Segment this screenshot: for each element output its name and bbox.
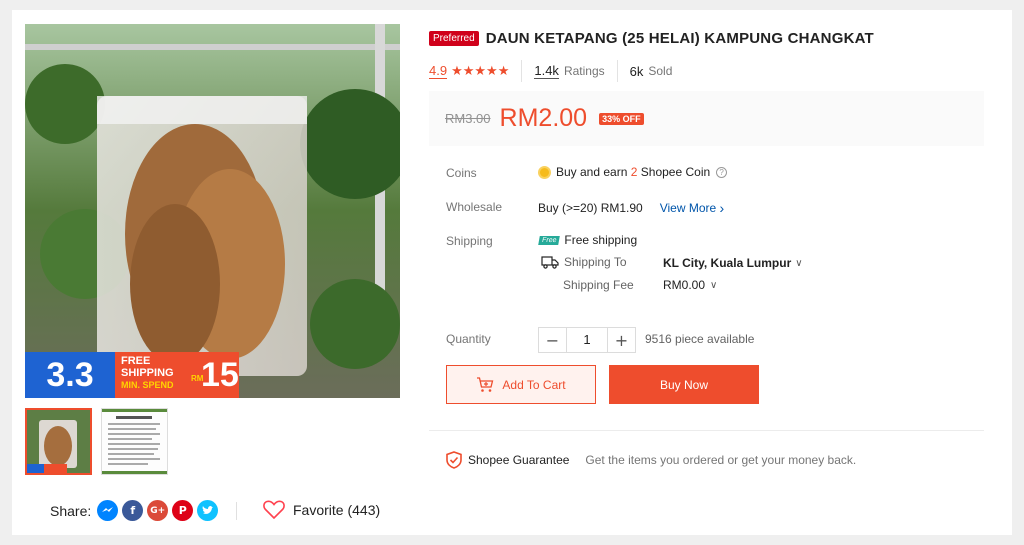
shipping-location-select[interactable]: KL City, Kuala Lumpur ∨ [663,256,803,270]
stats-divider [521,60,523,82]
discount-badge: 33% OFF [599,112,644,125]
original-price: RM3.00 [445,111,491,126]
shipping-fee-label: Shipping Fee [563,278,634,292]
current-price: RM2.00 [499,104,588,132]
section-divider [429,430,984,431]
free-shipping: Free Free shipping [538,233,638,247]
favorite-label: Favorite (443) [293,501,381,518]
preferred-badge: Preferred [429,31,479,46]
free-shipping-text: Free shipping [564,233,638,247]
product-stats: 4.9 ★★★★★ 1.4k Ratings 6k Sold [429,60,673,82]
product-title-row: Preferred DAUN KETAPANG (25 HELAI) KAMPU… [429,30,874,47]
coins-value: Buy and earn 2 Shopee Coin ? [538,165,728,179]
favorite-button[interactable]: Favorite (443) [263,500,380,519]
sold-count: 6k [629,63,644,79]
guarantee-subtitle: Get the items you ordered or get your mo… [585,453,857,467]
pinterest-icon[interactable]: P [172,500,194,521]
shipping-to-label: Shipping To [564,255,627,269]
view-more-label: View More [659,201,717,215]
ratings-count[interactable]: 1.4k [534,63,559,79]
product-title: DAUN KETAPANG (25 HELAI) KAMPUNG CHANGKA… [485,30,874,47]
share-row: Share: f G+ P [50,500,222,521]
cart-icon [477,376,494,392]
coins-text-before: Buy and earn [556,165,628,179]
add-to-cart-label: Add To Cart [502,377,566,392]
truck-icon [541,256,559,269]
coins-text-after: Shopee Coin [640,165,711,179]
heart-icon [263,500,285,519]
banner-big-text: 3.3 [46,355,94,394]
coins-amount: 2 [630,165,638,179]
shipping-fee-value: RM0.00 [663,278,706,292]
banner-amount: 15 [201,356,239,394]
banner-text: FREE SHIPPING MIN. SPEND [121,355,174,391]
sold-label: Sold [648,64,673,78]
buy-now-button[interactable]: Buy Now [609,365,759,404]
quantity-increase-button[interactable]: + [608,328,635,352]
banner-line1: FREE [121,355,151,367]
wholesale-value: Buy (>=20) RM1.90 View More › [538,200,724,216]
rating-stars-icon: ★★★★★ [451,63,510,79]
quantity-decrease-button[interactable]: − [539,328,566,352]
wholesale-text: Buy (>=20) RM1.90 [538,201,643,215]
shipping-location: KL City, Kuala Lumpur [663,256,792,270]
price-box: RM3.00 RM2.00 33% OFF [429,91,984,146]
thumbnail-1[interactable] [25,408,92,475]
product-card: 3.3 FREE SHIPPING MIN. SPEND RM 15 Share… [12,10,1012,535]
shopee-guarantee[interactable]: Shopee Guarantee Get the items you order… [446,451,856,469]
share-label: Share: [50,502,92,519]
thumbnail-2[interactable] [101,408,168,475]
ratings-label: Ratings [563,64,605,78]
facebook-icon[interactable]: f [122,500,144,521]
chevron-down-icon: ∨ [795,257,803,269]
help-icon[interactable]: ? [716,166,728,178]
messenger-icon[interactable] [97,500,119,521]
add-to-cart-button[interactable]: Add To Cart [446,365,596,404]
guarantee-title: Shopee Guarantee [468,453,570,467]
coins-label: Coins [446,166,477,180]
free-shipping-icon: Free [538,235,561,245]
banner-line3: MIN. SPEND [121,380,174,390]
coin-icon [538,165,551,179]
google-plus-icon[interactable]: G+ [147,500,169,521]
wholesale-label: Wholesale [446,200,503,214]
share-divider [236,502,237,520]
shipping-label: Shipping [446,234,493,248]
rating-value[interactable]: 4.9 [429,63,448,79]
stats-divider [616,60,618,82]
view-more-link[interactable]: View More › [660,200,724,216]
product-main-image[interactable]: 3.3 FREE SHIPPING MIN. SPEND RM 15 [25,24,400,398]
shipping-fee-select[interactable]: RM0.00 ∨ [663,278,717,292]
twitter-icon[interactable] [197,500,219,521]
chevron-right-icon: › [719,200,725,216]
quantity-input[interactable]: 1 [566,328,608,352]
quantity-stepper: − 1 + [538,327,636,353]
shield-icon [446,451,462,469]
quantity-label: Quantity [446,332,491,346]
stock-available: 9516 piece available [645,332,755,346]
banner-line2: SHIPPING [121,367,174,379]
chevron-down-icon: ∨ [710,279,718,291]
shipping-to-row: Shipping To [541,255,627,269]
